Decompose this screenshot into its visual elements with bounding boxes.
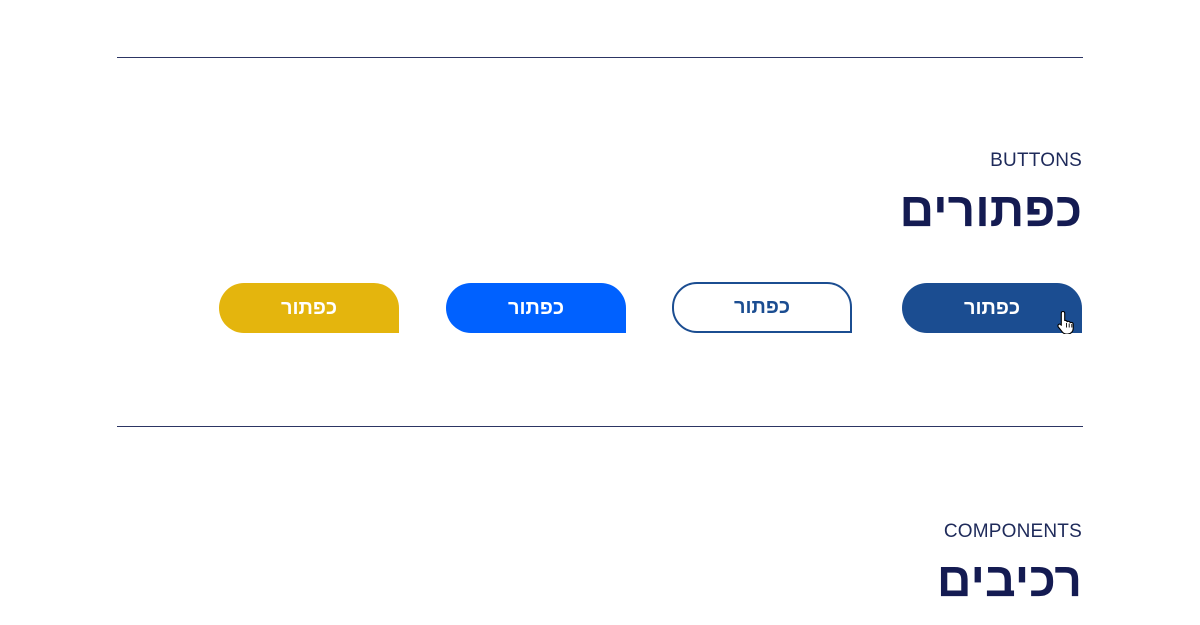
divider xyxy=(117,57,1083,58)
section-eyebrow-buttons: BUTTONS xyxy=(990,150,1082,171)
section-title-buttons: כפתורים xyxy=(899,184,1082,237)
page: BUTTONS כפתורים כפתור כפתור כפתור כפתור … xyxy=(0,0,1200,625)
outline-button[interactable]: כפתור xyxy=(672,282,852,333)
blue-button[interactable]: כפתור xyxy=(446,283,626,333)
yellow-button[interactable]: כפתור xyxy=(219,283,399,333)
divider xyxy=(117,426,1083,427)
hand-pointer-icon xyxy=(1057,310,1074,334)
section-eyebrow-components: COMPONENTS xyxy=(943,521,1082,542)
section-title-components: רכיבים xyxy=(936,554,1082,607)
primary-dark-button[interactable]: כפתור xyxy=(902,283,1082,333)
